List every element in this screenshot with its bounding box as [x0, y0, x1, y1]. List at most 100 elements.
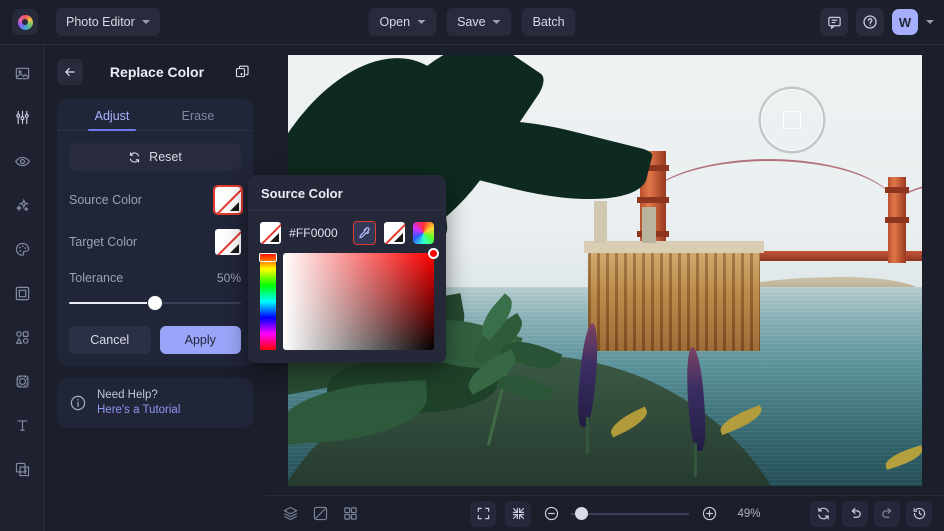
feedback-button[interactable]: [820, 8, 848, 36]
zoom-out-button[interactable]: [540, 503, 562, 525]
target-color-label: Target Color: [69, 235, 138, 249]
top-center-actions: Open Save Batch: [368, 8, 576, 36]
need-help-card[interactable]: Need Help? Here's a Tutorial: [57, 378, 253, 428]
avatar[interactable]: W: [892, 9, 918, 35]
popup-title: Source Color: [248, 175, 446, 211]
back-button[interactable]: [57, 59, 83, 85]
redo-button[interactable]: [874, 500, 900, 527]
photo-editor-window: Photo Editor Open Save Batch W Replace C…: [0, 0, 944, 531]
layers-button[interactable]: [279, 503, 301, 525]
tolerance-row: Tolerance 50%: [69, 271, 241, 285]
color-wheel-logo-icon: [17, 14, 33, 30]
tab-adjust[interactable]: Adjust: [69, 99, 155, 131]
zoom-slider-handle[interactable]: [575, 506, 588, 520]
artwork-bridge-tower-right: [884, 176, 909, 263]
need-help-title: Need Help?: [97, 389, 158, 401]
sidebar-item-transform[interactable]: [6, 365, 38, 397]
top-toolbar: Photo Editor Open Save Batch W: [0, 0, 944, 45]
zoom-controls: 49%: [470, 500, 769, 527]
panel-actions: Cancel Apply: [69, 326, 241, 354]
reset-label: Reset: [149, 150, 182, 164]
popup-current-swatch[interactable]: [260, 222, 282, 244]
batch-label: Batch: [532, 15, 565, 29]
open-label: Open: [379, 15, 411, 29]
collapse-icon: [512, 507, 524, 520]
popup-color-row: #FF0000: [248, 211, 446, 245]
hex-input[interactable]: #FF0000: [289, 226, 345, 240]
sidebar-item-effects[interactable]: [6, 189, 38, 221]
artwork-fort-roofline: [583, 240, 764, 253]
undo-button[interactable]: [842, 500, 868, 527]
sidebar-item-color[interactable]: [6, 233, 38, 265]
hue-selector[interactable]: [259, 253, 277, 262]
zoom-in-button[interactable]: [698, 503, 720, 525]
source-color-popup[interactable]: Source Color #FF0000: [248, 175, 446, 363]
sidebar-item-text[interactable]: [6, 409, 38, 441]
hue-strip[interactable]: [259, 253, 277, 350]
open-button[interactable]: Open: [368, 8, 437, 36]
panel-tabs: Adjust Erase: [57, 99, 253, 131]
page-title: Replace Color: [109, 64, 205, 80]
tutorial-link[interactable]: Here's a Tutorial: [97, 403, 180, 418]
chevron-down-icon: [141, 20, 150, 24]
eyedropper-button[interactable]: [352, 221, 376, 245]
color-picker: [248, 245, 446, 362]
app-logo[interactable]: [12, 9, 38, 35]
sidebar-item-frame[interactable]: [6, 277, 38, 309]
sidebar-item-adjust[interactable]: [6, 101, 38, 133]
avatar-initial: W: [898, 14, 912, 30]
color-wheel-icon[interactable]: [412, 222, 434, 244]
grid-icon: [343, 507, 357, 520]
account-chevron-down-icon[interactable]: [926, 20, 934, 24]
saturation-value-area[interactable]: [283, 248, 439, 350]
artwork-post-2: [641, 206, 656, 243]
brush-cursor-square: [782, 110, 801, 129]
eye-icon: [14, 156, 30, 166]
bottom-left-tools: [279, 503, 361, 525]
reset-view-button[interactable]: [810, 500, 836, 527]
sparkles-icon: [14, 197, 29, 212]
palette-icon: [15, 242, 29, 256]
cancel-label: Cancel: [90, 333, 130, 347]
sv-selector[interactable]: [428, 248, 439, 259]
sidebar-item-layers[interactable]: [6, 453, 38, 485]
text-icon: [17, 419, 27, 431]
batch-button[interactable]: Batch: [521, 8, 576, 36]
tolerance-slider-handle[interactable]: [148, 296, 162, 310]
adjust-card: Adjust Erase Reset Source Color Target C…: [57, 99, 253, 366]
tolerance-slider[interactable]: [69, 296, 241, 310]
collapse-view-button[interactable]: [505, 500, 531, 527]
grid-button[interactable]: [339, 503, 361, 525]
source-color-label: Source Color: [69, 193, 142, 207]
help-button[interactable]: [856, 8, 884, 36]
target-color-row: Target Color: [69, 229, 241, 255]
target-color-swatch[interactable]: [215, 229, 241, 255]
refresh-icon: [130, 151, 140, 163]
artwork-lupine-stem-1: [585, 416, 589, 453]
sidebar-item-retouch[interactable]: [6, 145, 38, 177]
chevron-down-icon: [492, 20, 501, 24]
cancel-button[interactable]: Cancel: [69, 326, 151, 354]
apply-button[interactable]: Apply: [159, 326, 241, 354]
fit-screen-button[interactable]: [470, 500, 496, 527]
duplicate-layer-button[interactable]: [231, 61, 253, 83]
fit-screen-icon: [477, 507, 489, 520]
sidebar-item-shapes[interactable]: [6, 321, 38, 353]
popup-no-color-swatch[interactable]: [383, 222, 405, 244]
zoom-slider[interactable]: [571, 506, 689, 521]
zoom-slider-track: [571, 512, 689, 515]
copy-layers-icon: [235, 65, 249, 78]
history-button[interactable]: [906, 500, 932, 527]
zoom-out-icon: [544, 506, 558, 521]
source-color-swatch[interactable]: [213, 185, 243, 215]
reset-button[interactable]: Reset: [69, 143, 241, 171]
tolerance-label: Tolerance: [69, 271, 124, 285]
crop-rotate-icon: [16, 375, 28, 387]
tab-erase[interactable]: Erase: [155, 99, 241, 130]
app-mode-menu[interactable]: Photo Editor: [56, 8, 160, 36]
compare-button[interactable]: [309, 503, 331, 525]
top-right-actions: W: [820, 8, 934, 36]
save-button[interactable]: Save: [446, 8, 512, 36]
zoom-value: 49%: [737, 507, 761, 520]
sidebar-item-image[interactable]: [6, 57, 38, 89]
